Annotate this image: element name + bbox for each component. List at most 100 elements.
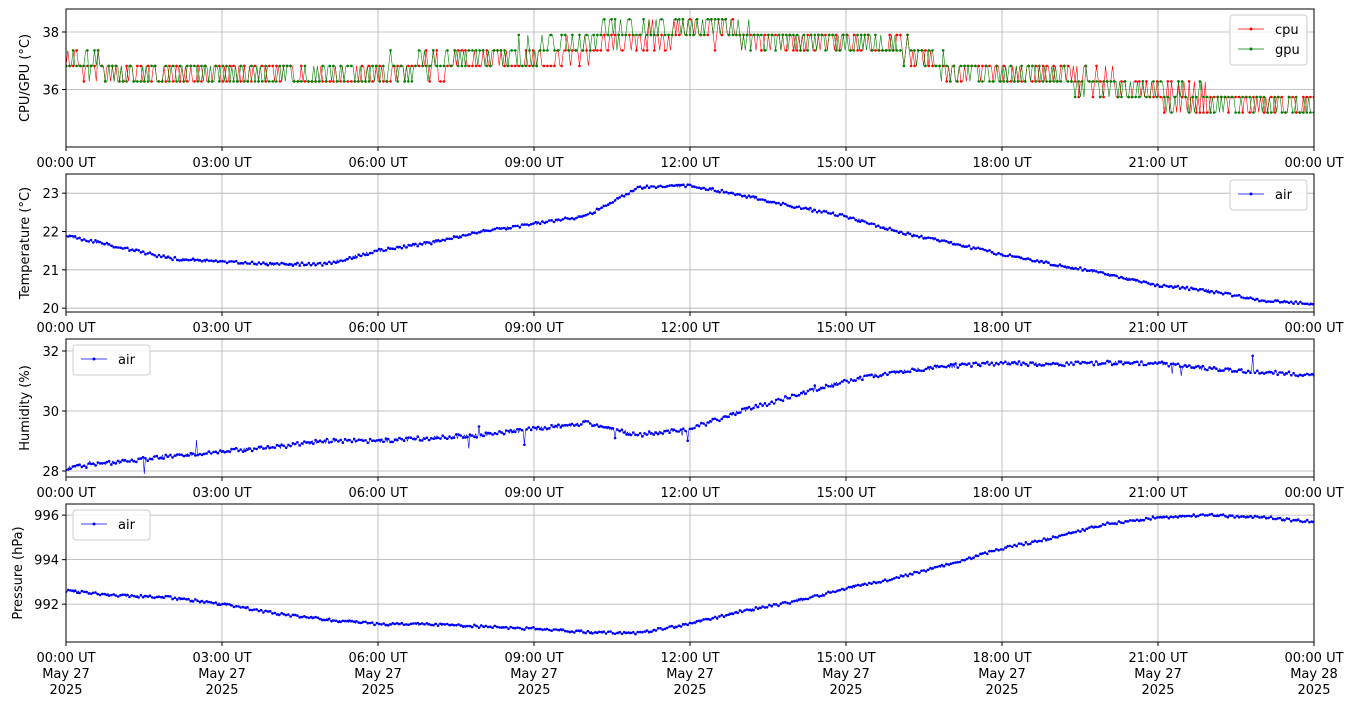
series-point-air: [366, 441, 370, 445]
series-point-air: [1269, 300, 1273, 304]
series-point-air: [1081, 360, 1084, 364]
series-point-air: [922, 237, 925, 240]
figure: 363800:00 UT 03:00 UT 06:00 UT 09:00 UT 12:0…: [11, 8, 1344, 698]
series-point-air: [1269, 370, 1273, 374]
series-point-air: [641, 435, 644, 438]
series-point-air: [153, 596, 156, 600]
series-point-air: [586, 420, 590, 423]
series-point-air: [827, 385, 830, 388]
series-point-air: [838, 382, 842, 385]
x-tick-label: 2025: [49, 683, 82, 698]
series-point-air: [1253, 371, 1257, 375]
series-point-air: [563, 423, 567, 427]
series-point-air: [314, 615, 317, 619]
series-point-air: [1038, 539, 1041, 543]
series-point-air: [1301, 302, 1304, 305]
series-point-gpu: [243, 80, 246, 83]
series-point-cpu: [417, 64, 421, 68]
series-point-air: [638, 185, 642, 188]
series-point-gpu: [578, 33, 581, 37]
series-point-air: [425, 241, 429, 244]
series-point-air: [1265, 516, 1268, 520]
series-point-air: [534, 426, 537, 430]
series-point-air: [1310, 373, 1313, 376]
legend-box: [72, 509, 151, 541]
series-point-air: [1185, 285, 1189, 289]
series-point-air: [1181, 514, 1184, 518]
series-point-air: [1212, 291, 1216, 295]
series-point-air: [409, 244, 413, 247]
series-point-air: [509, 625, 512, 629]
series-point-air: [391, 621, 395, 625]
series-point-air: [697, 619, 701, 623]
series-point-gpu: [346, 64, 350, 68]
series-point-air: [1303, 520, 1307, 523]
series-point-air: [207, 600, 211, 604]
series-point-air: [627, 631, 630, 634]
series-point-air: [386, 437, 390, 441]
series-point-air: [450, 437, 454, 440]
series-point-gpu: [792, 33, 795, 37]
series-point-air: [514, 626, 517, 630]
series-point-gpu: [827, 33, 831, 37]
series-point-gpu: [1073, 95, 1077, 99]
series-point-gpu: [1059, 80, 1063, 83]
series-point-gpu: [193, 64, 196, 68]
series-point-gpu: [638, 33, 642, 37]
series-point-air: [1051, 535, 1055, 538]
series-point-gpu: [257, 80, 260, 83]
series-point-gpu: [909, 49, 913, 52]
series-point-air: [967, 244, 971, 247]
series-point-air: [298, 264, 302, 267]
series-point-air: [101, 242, 104, 245]
series-point-air: [1226, 515, 1230, 519]
series-point-air: [280, 611, 283, 615]
series-point-air: [1162, 515, 1166, 519]
series-point-air: [1287, 517, 1291, 521]
series-point-air: [799, 597, 803, 601]
series-point-gpu: [385, 80, 389, 83]
series-point-air: [1054, 362, 1057, 366]
series-point-air: [961, 245, 964, 248]
series-point-air: [774, 398, 778, 402]
series-point-cpu: [221, 80, 225, 83]
series-point-air: [291, 442, 295, 445]
series-point-air: [902, 371, 905, 375]
series-point-air: [629, 631, 633, 635]
series-point-gpu: [856, 33, 859, 37]
series-point-air: [307, 616, 311, 620]
series-point-air: [255, 608, 258, 611]
series-point-gpu: [699, 33, 702, 37]
series-point-air: [829, 212, 832, 215]
series-point-gpu: [182, 80, 185, 83]
series-point-air: [439, 437, 442, 440]
series-point-gpu: [478, 49, 481, 52]
series-point-air: [700, 421, 703, 425]
series-point-air: [300, 442, 304, 445]
series-point-air: [246, 605, 249, 609]
series-point-air: [121, 458, 124, 462]
series-point-air: [455, 235, 458, 238]
series-point-air: [1221, 513, 1225, 516]
series-point-cpu: [927, 64, 931, 68]
series-point-air: [804, 392, 807, 395]
series-point-gpu: [1291, 111, 1294, 114]
series-point-air: [371, 439, 374, 443]
series-point-gpu: [510, 49, 513, 52]
series-point-air: [1201, 513, 1205, 516]
series-point-air: [489, 431, 492, 435]
series-point-air: [881, 373, 885, 376]
series-point-gpu: [599, 33, 603, 37]
series-point-air: [622, 195, 626, 198]
series-point-air: [802, 390, 805, 393]
x-tick-label: 21:00 UT: [1128, 156, 1187, 171]
series-point-gpu: [289, 64, 292, 68]
series-point-air: [78, 591, 81, 595]
series-point-air: [963, 558, 966, 562]
series-point-gpu: [891, 49, 895, 52]
series-point-air: [103, 242, 106, 246]
series-point-air: [743, 407, 746, 410]
series-point-air: [1183, 287, 1186, 290]
series-point-air: [203, 601, 206, 604]
series-point-air: [1251, 297, 1254, 301]
